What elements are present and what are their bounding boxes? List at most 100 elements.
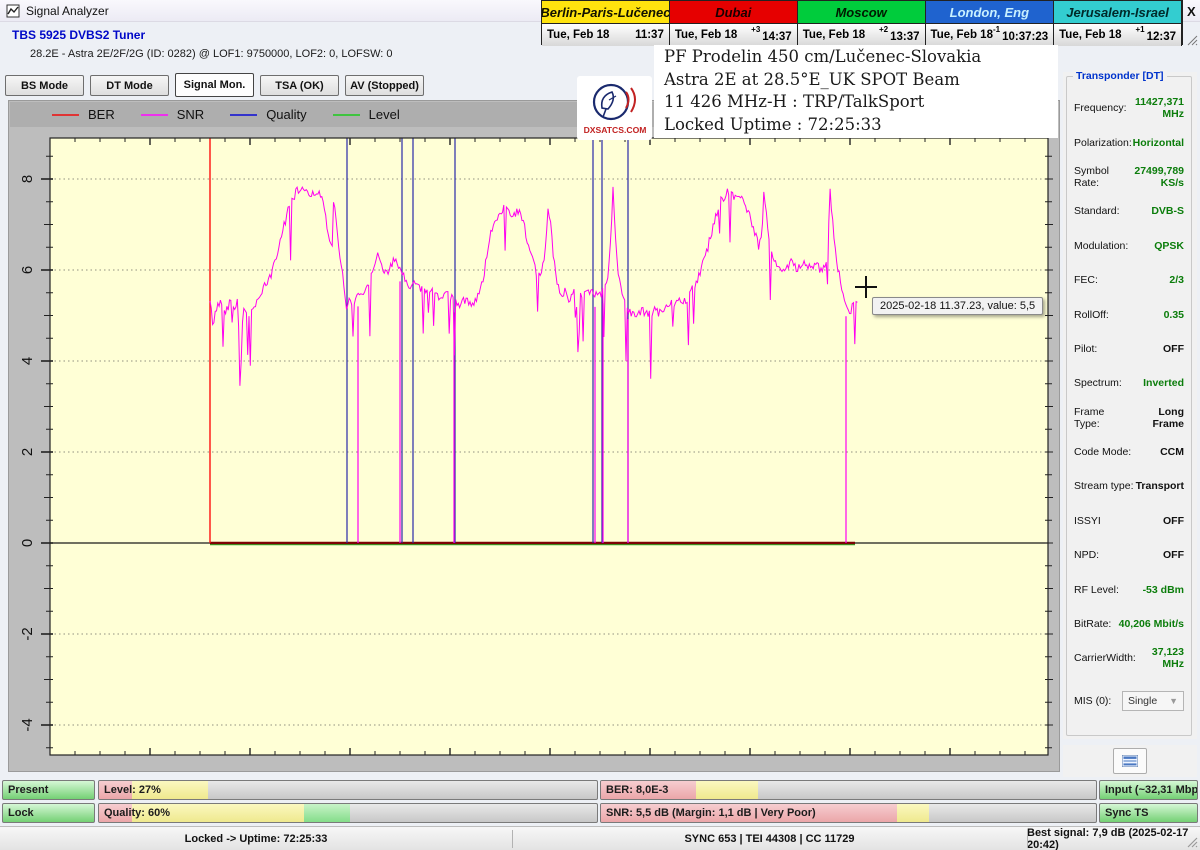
dxsatcs-logo: DXSATCS.COM	[577, 76, 652, 140]
field-value: QPSK	[1154, 240, 1184, 252]
field-value: DVB-S	[1151, 205, 1184, 217]
annotation-overlay: PF Prodelin 450 cm/Lučenec-SlovakiaAstra…	[654, 45, 1058, 138]
field-value: 40,206 Mbit/s	[1119, 618, 1184, 630]
statusbar-divider	[512, 830, 513, 848]
field-label: CarrierWidth:	[1074, 652, 1136, 664]
chart-tooltip: 2025-02-18 11.37.23, value: 5,5	[872, 297, 1043, 315]
field-value: OFF	[1163, 515, 1184, 527]
field-label: Symbol Rate:	[1074, 165, 1124, 189]
gauge-level: Level: 27%	[98, 780, 598, 800]
field-value: Inverted	[1143, 377, 1184, 389]
window-title: Signal Analyzer	[26, 4, 109, 18]
logo-circle	[594, 85, 628, 119]
y-axis-label: -4	[19, 718, 36, 731]
transponder-row: BitRate: 40,206 Mbit/s	[1067, 607, 1191, 641]
gauge-segment	[897, 804, 929, 822]
field-label: FEC:	[1074, 274, 1098, 286]
tab-av-stopped[interactable]: AV (Stopped)	[345, 75, 424, 96]
annotation-line-1: PF Prodelin 450 cm/Lučenec-Slovakia	[664, 46, 1048, 69]
field-label: Pilot:	[1074, 343, 1097, 355]
statusbar-divider	[1027, 830, 1028, 848]
status-bar: Locked -> Uptime: 72:25:33SYNC 653 | TEI…	[0, 826, 1200, 850]
transponder-row: Standard:DVB-S	[1067, 194, 1191, 228]
transponder-row: NPD: OFF	[1067, 538, 1191, 572]
panel-tools	[1063, 745, 1197, 777]
gauge-label: Input (~32,31 Mbps)	[1105, 781, 1198, 799]
gauge-label: Quality: 60%	[104, 804, 170, 822]
field-value: CCM	[1160, 446, 1184, 458]
transponder-row: Symbol Rate:27499,789 KS/s	[1067, 160, 1191, 194]
field-label: Polarization:	[1074, 137, 1132, 149]
field-label: RF Level:	[1074, 584, 1119, 596]
statusbar-section-2: SYNC 653 | TEI 44308 | CC 11729	[512, 827, 1027, 850]
field-value: 2/3	[1169, 274, 1184, 286]
plot-area[interactable]	[50, 138, 1048, 755]
gauge-ber: BER: 8,0E-3	[600, 780, 1097, 800]
gauge-label: Lock	[8, 804, 34, 822]
clock-city-4: London, Eng	[926, 1, 1055, 23]
tab-signal-mon[interactable]: Signal Mon.	[175, 73, 254, 97]
gauge-label: Level: 27%	[104, 781, 161, 799]
mis-label: MIS (0):	[1074, 695, 1111, 707]
gauge-quality: Quality: 60%	[98, 803, 598, 823]
close-icon[interactable]: X	[1187, 4, 1196, 19]
field-value: 27499,789 KS/s	[1124, 165, 1184, 189]
signal-chart[interactable]: 86420-2-4	[8, 100, 1060, 772]
mode-tabs: BS Mode DT Mode Signal Mon. TSA (OK) AV (Sto…	[5, 75, 424, 97]
transponder-row: Spectrum: Inverted	[1067, 366, 1191, 400]
transponder-row: Frame Type:Long Frame	[1067, 401, 1191, 435]
transponder-row: FEC: 2/3	[1067, 263, 1191, 297]
app-icon	[6, 4, 20, 18]
world-clocks-widget: Berlin-Paris-LučenecDubaiMoscowLondon, E…	[541, 0, 1183, 45]
clock-city-1: Berlin-Paris-Lučenec	[542, 1, 670, 23]
clock-time-3: Tue, Feb 18+213:37	[798, 23, 926, 46]
clock-time-1: Tue, Feb 1811:37	[542, 23, 670, 46]
annotation-line-2: Astra 2E at 28.5°E_UK SPOT Beam	[664, 69, 1048, 92]
clock-time-2: Tue, Feb 18+314:37	[670, 23, 798, 46]
tab-tsa-ok[interactable]: TSA (OK)	[260, 75, 339, 96]
field-value: 37,123 MHz	[1136, 646, 1184, 670]
window-resize-grip-icon[interactable]	[1187, 837, 1198, 848]
transponder-row: ISSYI OFF	[1067, 504, 1191, 538]
field-value: -53 dBm	[1143, 584, 1184, 596]
field-label: NPD:	[1074, 549, 1099, 561]
gauge-label: Present	[8, 781, 48, 799]
gauge-label: BER: 8,0E-3	[606, 781, 668, 799]
clock-time-4: Tue, Feb 18-110:37:23	[926, 23, 1055, 46]
mis-dropdown[interactable]: Single▼	[1122, 691, 1184, 711]
transponder-row: Polarization:Horizontal	[1067, 125, 1191, 159]
field-value: Long Frame	[1128, 406, 1184, 430]
tab-dt-mode[interactable]: DT Mode	[90, 75, 169, 96]
statusbar-section-1: Locked -> Uptime: 72:25:33	[0, 827, 512, 850]
gauge-label: SNR: 5,5 dB (Margin: 1,1 dB | Very Poor)	[606, 804, 816, 822]
y-axis-label: 4	[19, 357, 36, 365]
y-axis-label: 6	[19, 266, 36, 274]
transponder-title: Transponder [DT]	[1073, 70, 1167, 82]
resize-grip-icon[interactable]	[1186, 34, 1198, 46]
field-value: Transport	[1136, 480, 1184, 492]
field-value: 0.35	[1164, 309, 1184, 321]
transponder-row: Code Mode:CCM	[1067, 435, 1191, 469]
field-value: Horizontal	[1133, 137, 1184, 149]
clock-city-5: Jerusalem-Israel	[1054, 1, 1182, 23]
field-value: 11427,371 MHz	[1127, 96, 1184, 120]
field-label: BitRate:	[1074, 618, 1111, 630]
field-label: Stream type:	[1074, 480, 1134, 492]
transponder-groupbox: Transponder [DT] Frequency:11427,371 MHz…	[1066, 76, 1192, 736]
field-label: Spectrum:	[1074, 377, 1122, 389]
field-label: Modulation:	[1074, 240, 1128, 252]
signal-analyzer-window: Signal Analyzer Berlin-Paris-LučenecDuba…	[0, 0, 1200, 850]
gauge-lock: Lock	[2, 803, 95, 823]
field-label: ISSYI	[1074, 515, 1101, 527]
stream-list-button[interactable]	[1113, 748, 1147, 774]
gauge-snr: SNR: 5,5 dB (Margin: 1,1 dB | Very Poor)	[600, 803, 1097, 823]
gauge-input-32-31-mbps-: Input (~32,31 Mbps)	[1099, 780, 1198, 800]
transponder-row: RollOff:0.35	[1067, 297, 1191, 331]
gauge-label: Sync TS	[1105, 804, 1148, 822]
transponder-row: Stream type:Transport	[1067, 469, 1191, 503]
y-axis-label: -2	[19, 627, 36, 640]
annotation-line-4: Locked Uptime : 72:25:33	[664, 114, 1048, 137]
transponder-row: Modulation: QPSK	[1067, 229, 1191, 263]
tab-bs-mode[interactable]: BS Mode	[5, 75, 84, 96]
field-value: OFF	[1163, 549, 1184, 561]
